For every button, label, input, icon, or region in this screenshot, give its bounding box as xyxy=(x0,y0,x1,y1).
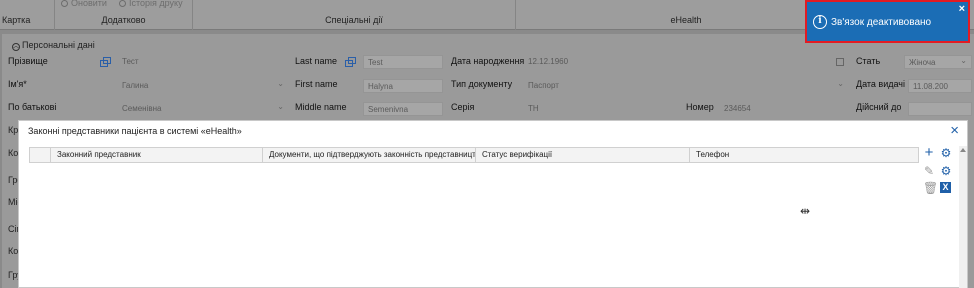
number-field[interactable]: 234654 xyxy=(720,102,848,116)
info-icon: i xyxy=(813,15,827,29)
scroll-up-icon[interactable] xyxy=(960,148,966,152)
surname-field[interactable]: Тест xyxy=(118,55,288,69)
birth-date-value: 12.12.1960 xyxy=(528,57,569,66)
series-value: ТН xyxy=(528,104,539,113)
surname-value: Тест xyxy=(122,57,139,66)
birth-date-field[interactable]: 12.12.1960 xyxy=(524,55,848,69)
firstname-value: Halyna xyxy=(368,82,393,91)
series-field[interactable]: ТН xyxy=(524,102,674,116)
sex-select[interactable]: Жіноча ⌄ xyxy=(904,55,972,69)
dialog-title: Законні представники пацієнта в системі … xyxy=(28,126,242,136)
middlename-value: Semenivna xyxy=(368,105,409,114)
issue-date-field[interactable]: 11.08.200 xyxy=(908,79,972,93)
copy-icon[interactable] xyxy=(345,57,356,67)
ribbon-group-card[interactable]: Картка xyxy=(0,0,55,30)
refresh-button[interactable]: Оновити xyxy=(61,0,107,8)
edit-icon[interactable]: ✎ xyxy=(923,165,935,177)
legal-representatives-dialog: Законні представники пацієнта в системі … xyxy=(18,120,968,288)
chevron-down-icon: ⌄ xyxy=(277,102,284,111)
column-header-documents[interactable]: Документи, що підтверджують законність п… xyxy=(262,148,475,162)
refresh-label: Оновити xyxy=(71,0,107,8)
delete-icon[interactable]: 🗑 xyxy=(923,182,938,194)
issue-date-value: 11.08.200 xyxy=(913,82,948,91)
personal-data-section-header[interactable]: ︿ Персональні дані xyxy=(12,40,95,51)
column-header-verification[interactable]: Статус верифікації xyxy=(475,148,689,162)
firstname-label: First name xyxy=(295,79,338,89)
ribbon-group-additional: Оновити Історія друку Додатково xyxy=(55,0,193,30)
surname-label: Прізвище xyxy=(8,56,48,66)
refresh-icon xyxy=(61,0,68,7)
sex-label: Стать xyxy=(856,56,881,66)
notification-toast: i Зв'язок деактивовано × xyxy=(805,0,970,43)
print-history-button[interactable]: Історія друку xyxy=(119,0,183,8)
section-title: Персональні дані xyxy=(22,40,95,50)
patronymic-label: По батькові xyxy=(8,102,57,112)
chevron-up-icon: ︿ xyxy=(12,43,20,51)
issue-date-label: Дата видачі xyxy=(856,79,905,89)
doctype-select[interactable]: Паспорт ⌄ xyxy=(524,79,848,93)
copy-icon[interactable] xyxy=(100,57,111,67)
series-label: Серія xyxy=(451,102,475,112)
history-icon xyxy=(119,0,126,7)
resize-cursor-icon: ⇹ xyxy=(800,204,811,218)
column-header-representative[interactable]: Законний представник xyxy=(50,148,262,162)
vertical-scrollbar[interactable] xyxy=(959,146,967,288)
export-excel-icon[interactable]: X xyxy=(940,182,951,193)
name-label: Ім'я* xyxy=(8,79,27,89)
middlename-field[interactable]: Semenivna xyxy=(363,102,443,116)
patronymic-value: Семенівна xyxy=(122,104,162,113)
row-indicator-column xyxy=(30,148,50,162)
valid-until-label: Дійсний до xyxy=(856,102,902,112)
add-icon[interactable]: + xyxy=(923,145,935,160)
doctype-value: Паспорт xyxy=(528,81,559,90)
print-history-label: Історія друку xyxy=(129,0,183,8)
close-icon[interactable]: × xyxy=(950,122,959,139)
name-select[interactable]: Галина ⌄ xyxy=(118,79,288,93)
number-label: Номер xyxy=(686,102,714,112)
ribbon-additional-label: Додатково xyxy=(101,15,146,25)
doctype-label: Тип документу xyxy=(451,79,513,89)
lastname-value: Test xyxy=(368,58,383,67)
firstname-field[interactable]: Halyna xyxy=(363,79,443,93)
ribbon-group-special: Спеціальні дії xyxy=(193,0,516,30)
name-value: Галина xyxy=(122,81,149,90)
calendar-icon[interactable] xyxy=(836,58,844,66)
middlename-label: Middle name xyxy=(295,102,347,112)
ribbon-card-label: Картка xyxy=(2,15,31,25)
ribbon-special-label: Спеціальні дії xyxy=(325,15,383,25)
chevron-down-icon: ⌄ xyxy=(837,79,844,88)
notification-message: Зв'язок деактивовано xyxy=(831,17,932,28)
table-header: Законний представник Документи, що підтв… xyxy=(29,147,919,163)
sex-value: Жіноча xyxy=(909,58,936,67)
close-icon[interactable]: × xyxy=(959,3,965,15)
settings-icon[interactable]: ⚙ xyxy=(940,147,952,159)
birth-date-label: Дата народження xyxy=(451,56,525,66)
lastname-field[interactable]: Test xyxy=(363,55,443,69)
settings-alt-icon[interactable]: ⚙ xyxy=(940,165,952,177)
lastname-label: Last name xyxy=(295,56,338,66)
valid-until-field[interactable] xyxy=(908,102,972,116)
chevron-down-icon: ⌄ xyxy=(277,79,284,88)
chevron-down-icon: ⌄ xyxy=(960,56,967,65)
number-value: 234654 xyxy=(724,104,751,113)
column-header-phone[interactable]: Телефон xyxy=(689,148,918,162)
patronymic-select[interactable]: Семенівна ⌄ xyxy=(118,102,288,116)
